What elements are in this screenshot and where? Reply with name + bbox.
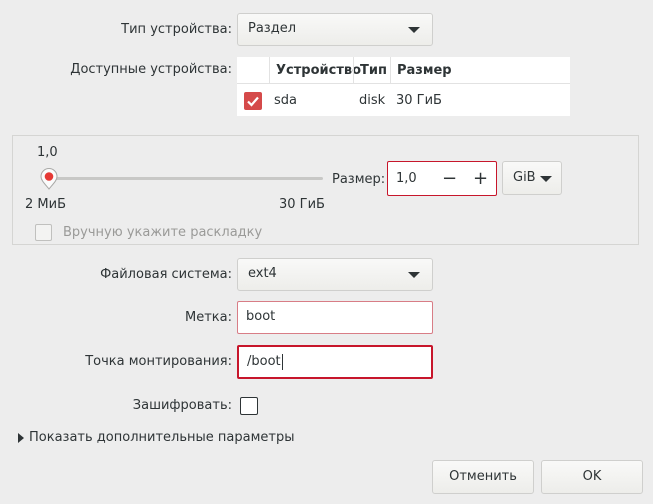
table-row[interactable]: sda disk 30 ГиБ (237, 85, 570, 116)
device-checkbox[interactable] (244, 92, 262, 110)
device-type-combo[interactable]: Раздел (237, 13, 433, 46)
size-label: Размер: (332, 172, 386, 187)
size-frame: 1,0 2 МиБ 30 ГиБ Размер: 1,0 − + GiB Вру… (12, 135, 639, 245)
manual-layout-label: Вручную укажите раскладку (63, 225, 263, 240)
table-header-device: Устройство (269, 57, 361, 84)
device-size: 30 ГиБ (396, 93, 442, 108)
encrypt-checkbox[interactable] (240, 397, 258, 415)
cancel-button[interactable]: Отменить (432, 460, 534, 494)
size-spin-entry[interactable]: 1,0 − + (387, 161, 497, 196)
table-header-type: Тип (353, 57, 390, 84)
decrement-button[interactable]: − (442, 162, 457, 195)
label-input[interactable]: boot (237, 301, 433, 334)
slider-min-label: 2 МиБ (25, 197, 66, 212)
expander-arrow-icon (18, 433, 24, 443)
ok-button[interactable]: OK (541, 460, 643, 494)
device-type-value: Раздел (248, 21, 297, 36)
increment-button[interactable]: + (473, 162, 488, 195)
unit-combo[interactable]: GiB (502, 161, 562, 195)
device-name: sda (274, 93, 297, 108)
size-slider-track[interactable] (41, 177, 323, 180)
table-header-size: Размер (390, 57, 570, 84)
label-input-value: boot (246, 309, 276, 324)
encrypt-label: Зашифровать: (132, 398, 232, 413)
device-type-label: Тип устройства: (121, 22, 232, 37)
table-header-checkbox-column (237, 57, 269, 84)
label-field-label: Метка: (185, 310, 232, 325)
filesystem-label: Файловая система: (100, 267, 232, 282)
dropdown-arrow-icon (540, 176, 552, 182)
slider-handle-icon (40, 168, 58, 190)
manual-layout-checkbox[interactable] (35, 224, 52, 241)
filesystem-combo[interactable]: ext4 (237, 258, 433, 291)
device-type: disk (359, 93, 386, 108)
size-slider-handle[interactable] (40, 168, 58, 190)
available-devices-label: Доступные устройства: (70, 62, 232, 77)
slider-value-label: 1,0 (37, 145, 58, 160)
dropdown-arrow-icon (408, 272, 420, 278)
advanced-label: Показать дополнительные параметры (29, 430, 295, 445)
dropdown-arrow-icon (408, 27, 420, 33)
text-cursor (281, 353, 283, 370)
mount-point-value: /boot (247, 354, 281, 369)
mount-point-label: Точка монтирования: (85, 354, 232, 369)
filesystem-value: ext4 (248, 266, 277, 281)
check-icon (247, 96, 259, 107)
slider-max-label: 30 ГиБ (279, 197, 325, 212)
devices-table: Устройство Тип Размер sda disk 30 ГиБ (237, 57, 570, 116)
unit-value: GiB (513, 170, 536, 185)
mount-point-input[interactable]: /boot (237, 345, 433, 379)
size-spin-value: 1,0 (396, 171, 417, 186)
